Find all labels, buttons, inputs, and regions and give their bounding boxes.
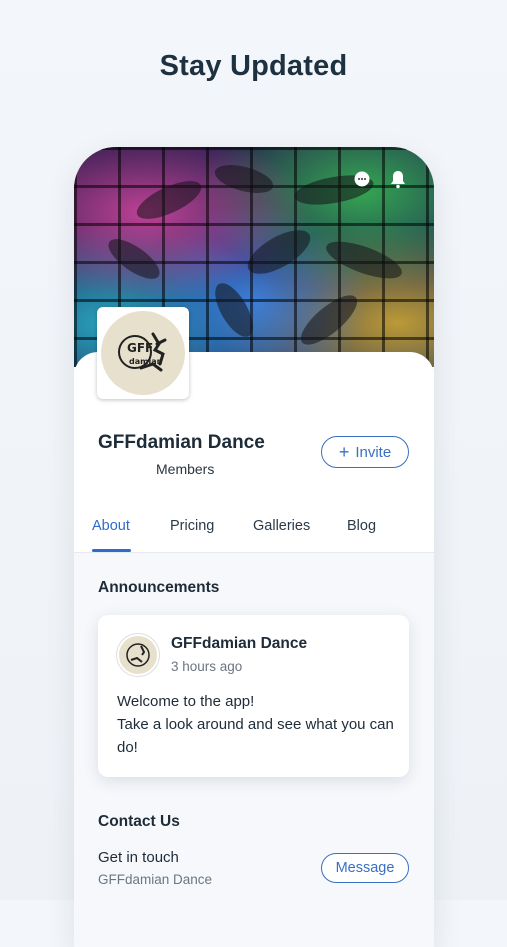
avatar — [117, 634, 159, 676]
group-logo: GFF damian — [97, 307, 189, 399]
logo-text-top: GFF — [127, 341, 153, 355]
active-tab-indicator — [92, 549, 131, 552]
post-line-1: Welcome to the app! — [117, 693, 255, 710]
contact-subtitle: Get in touch — [98, 849, 179, 866]
tab-galleries[interactable]: Galleries — [253, 518, 310, 534]
chat-icon[interactable] — [352, 169, 372, 189]
message-button[interactable]: Message — [321, 853, 409, 883]
tab-blog[interactable]: Blog — [347, 518, 376, 534]
announcement-post[interactable]: GFFdamian Dance 3 hours ago Welcome to t… — [98, 615, 409, 777]
bell-icon[interactable] — [388, 169, 408, 189]
announcements-title: Announcements — [98, 579, 220, 596]
post-author: GFFdamian Dance — [171, 635, 308, 652]
post-body: Welcome to the app! Take a look around a… — [117, 690, 397, 759]
tab-bar: About Pricing Galleries Blog — [74, 512, 434, 553]
logo-text-bottom: damian — [129, 357, 163, 366]
invite-button[interactable]: + Invite — [321, 436, 409, 468]
members-label[interactable]: Members — [156, 461, 214, 477]
plus-icon: + — [338, 442, 350, 462]
phone-frame: GFF damian GFFdamian Dance Members + Inv… — [74, 147, 434, 947]
group-name: GFFdamian Dance — [98, 432, 265, 453]
invite-label: Invite — [355, 443, 392, 461]
post-line-2: Take a look around and see what you can … — [117, 716, 394, 756]
contact-title: Contact Us — [98, 813, 180, 830]
contact-name: GFFdamian Dance — [98, 872, 213, 887]
post-timestamp: 3 hours ago — [171, 659, 243, 674]
tab-about[interactable]: About — [92, 518, 130, 534]
tab-pricing[interactable]: Pricing — [170, 518, 214, 534]
page-headline: Stay Updated — [159, 50, 348, 82]
